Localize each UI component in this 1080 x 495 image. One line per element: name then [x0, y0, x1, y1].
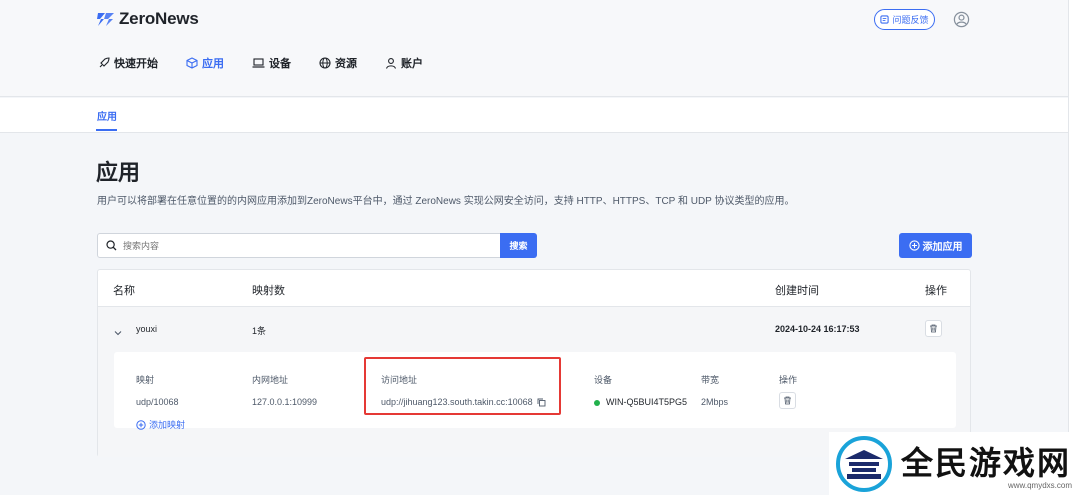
app-created-time: 2024-10-24 16:17:53: [775, 324, 860, 334]
right-edge: [1068, 0, 1080, 495]
highlight-frame: [364, 357, 561, 415]
nav-item-apps[interactable]: 应用: [186, 55, 224, 71]
search-icon: [106, 240, 117, 251]
delete-mapping-button[interactable]: [779, 392, 796, 409]
table-row[interactable]: youxi 1条 2024-10-24 16:17:53: [98, 307, 970, 352]
table-header: 名称 映射数 创建时间 操作: [98, 270, 970, 307]
online-status-dot: [594, 399, 600, 406]
nav-item-account[interactable]: 账户: [385, 55, 423, 71]
feedback-icon: [880, 15, 890, 24]
logo[interactable]: ZeroNews: [96, 9, 199, 29]
avatar[interactable]: [953, 11, 970, 33]
feedback-button[interactable]: 问题反馈: [874, 9, 935, 30]
tab-active-indicator: [96, 129, 117, 131]
nav-label: 快速开始: [114, 58, 158, 70]
logo-text: ZeroNews: [119, 9, 199, 28]
search-input[interactable]: [123, 240, 483, 251]
feedback-label: 问题反馈: [892, 15, 929, 25]
plus-circle-icon: [908, 240, 920, 251]
tab-apps[interactable]: 应用: [97, 108, 117, 123]
zeronews-logo-icon: [97, 13, 114, 26]
col-device: 设备: [594, 375, 613, 385]
add-mapping-link[interactable]: 添加映射: [136, 418, 185, 431]
device-value: WIN-Q5BUI4T5PG5: [606, 397, 688, 407]
bandwidth-value: 2Mbps: [701, 397, 729, 407]
col-mapping-action: 操作: [779, 375, 798, 385]
main-nav: 快速开始 应用 设备 资源 账户: [98, 55, 451, 71]
trash-icon: [784, 396, 791, 405]
device-cell: WIN-Q5BUI4T5PG5: [594, 397, 687, 407]
col-action: 操作: [925, 285, 947, 297]
app-mapping-count: 1条: [252, 326, 267, 336]
user-icon: [385, 58, 397, 69]
app-name: youxi: [136, 324, 158, 334]
col-bandwidth: 带宽: [701, 375, 720, 385]
add-mapping-label: 添加映射: [149, 420, 186, 430]
nav-item-resources[interactable]: 资源: [319, 55, 357, 71]
watermark-text: 全民游戏网: [901, 443, 1072, 482]
col-mappings: 映射数: [252, 285, 285, 297]
col-internal-address: 内网地址: [252, 375, 289, 385]
add-app-button[interactable]: 添加应用: [899, 233, 972, 258]
laptop-icon: [252, 58, 265, 68]
page-description: 用户可以将部署在任意位置的的内网应用添加到ZeroNews平台中，通过 Zero…: [97, 196, 795, 207]
watermark-logo-icon: [836, 435, 892, 492]
rocket-icon: [99, 57, 110, 68]
col-name: 名称: [113, 285, 135, 297]
nav-label: 账户: [401, 58, 423, 70]
plus-circle-icon: [136, 419, 146, 430]
nav-label: 应用: [202, 58, 224, 70]
nav-label: 资源: [335, 58, 357, 70]
page-title: 应用: [96, 160, 141, 185]
mapping-value: udp/10068: [136, 397, 179, 407]
chevron-down-icon[interactable]: [114, 324, 122, 342]
user-avatar-icon: [953, 11, 970, 28]
col-mapping: 映射: [136, 375, 155, 385]
sub-nav: 应用: [0, 98, 1068, 133]
col-created: 创建时间: [775, 285, 819, 297]
search-field[interactable]: [97, 233, 501, 258]
globe-icon: [319, 57, 331, 69]
trash-icon: [930, 324, 937, 333]
watermark: 全民游戏网 www.qmydxs.com: [829, 432, 1080, 495]
top-header: ZeroNews 问题反馈 快速开始 应用 设备 资源 账户: [0, 0, 1068, 97]
add-app-label: 添加应用: [922, 242, 963, 253]
search-button[interactable]: 搜索: [500, 233, 537, 258]
nav-label: 设备: [269, 58, 291, 70]
watermark-url: www.qmydxs.com: [1007, 481, 1072, 490]
cube-icon: [186, 57, 198, 69]
nav-item-quickstart[interactable]: 快速开始: [98, 55, 158, 71]
delete-app-button[interactable]: [925, 320, 942, 337]
internal-address-value: 127.0.0.1:10999: [252, 397, 318, 407]
nav-item-devices[interactable]: 设备: [252, 55, 291, 71]
